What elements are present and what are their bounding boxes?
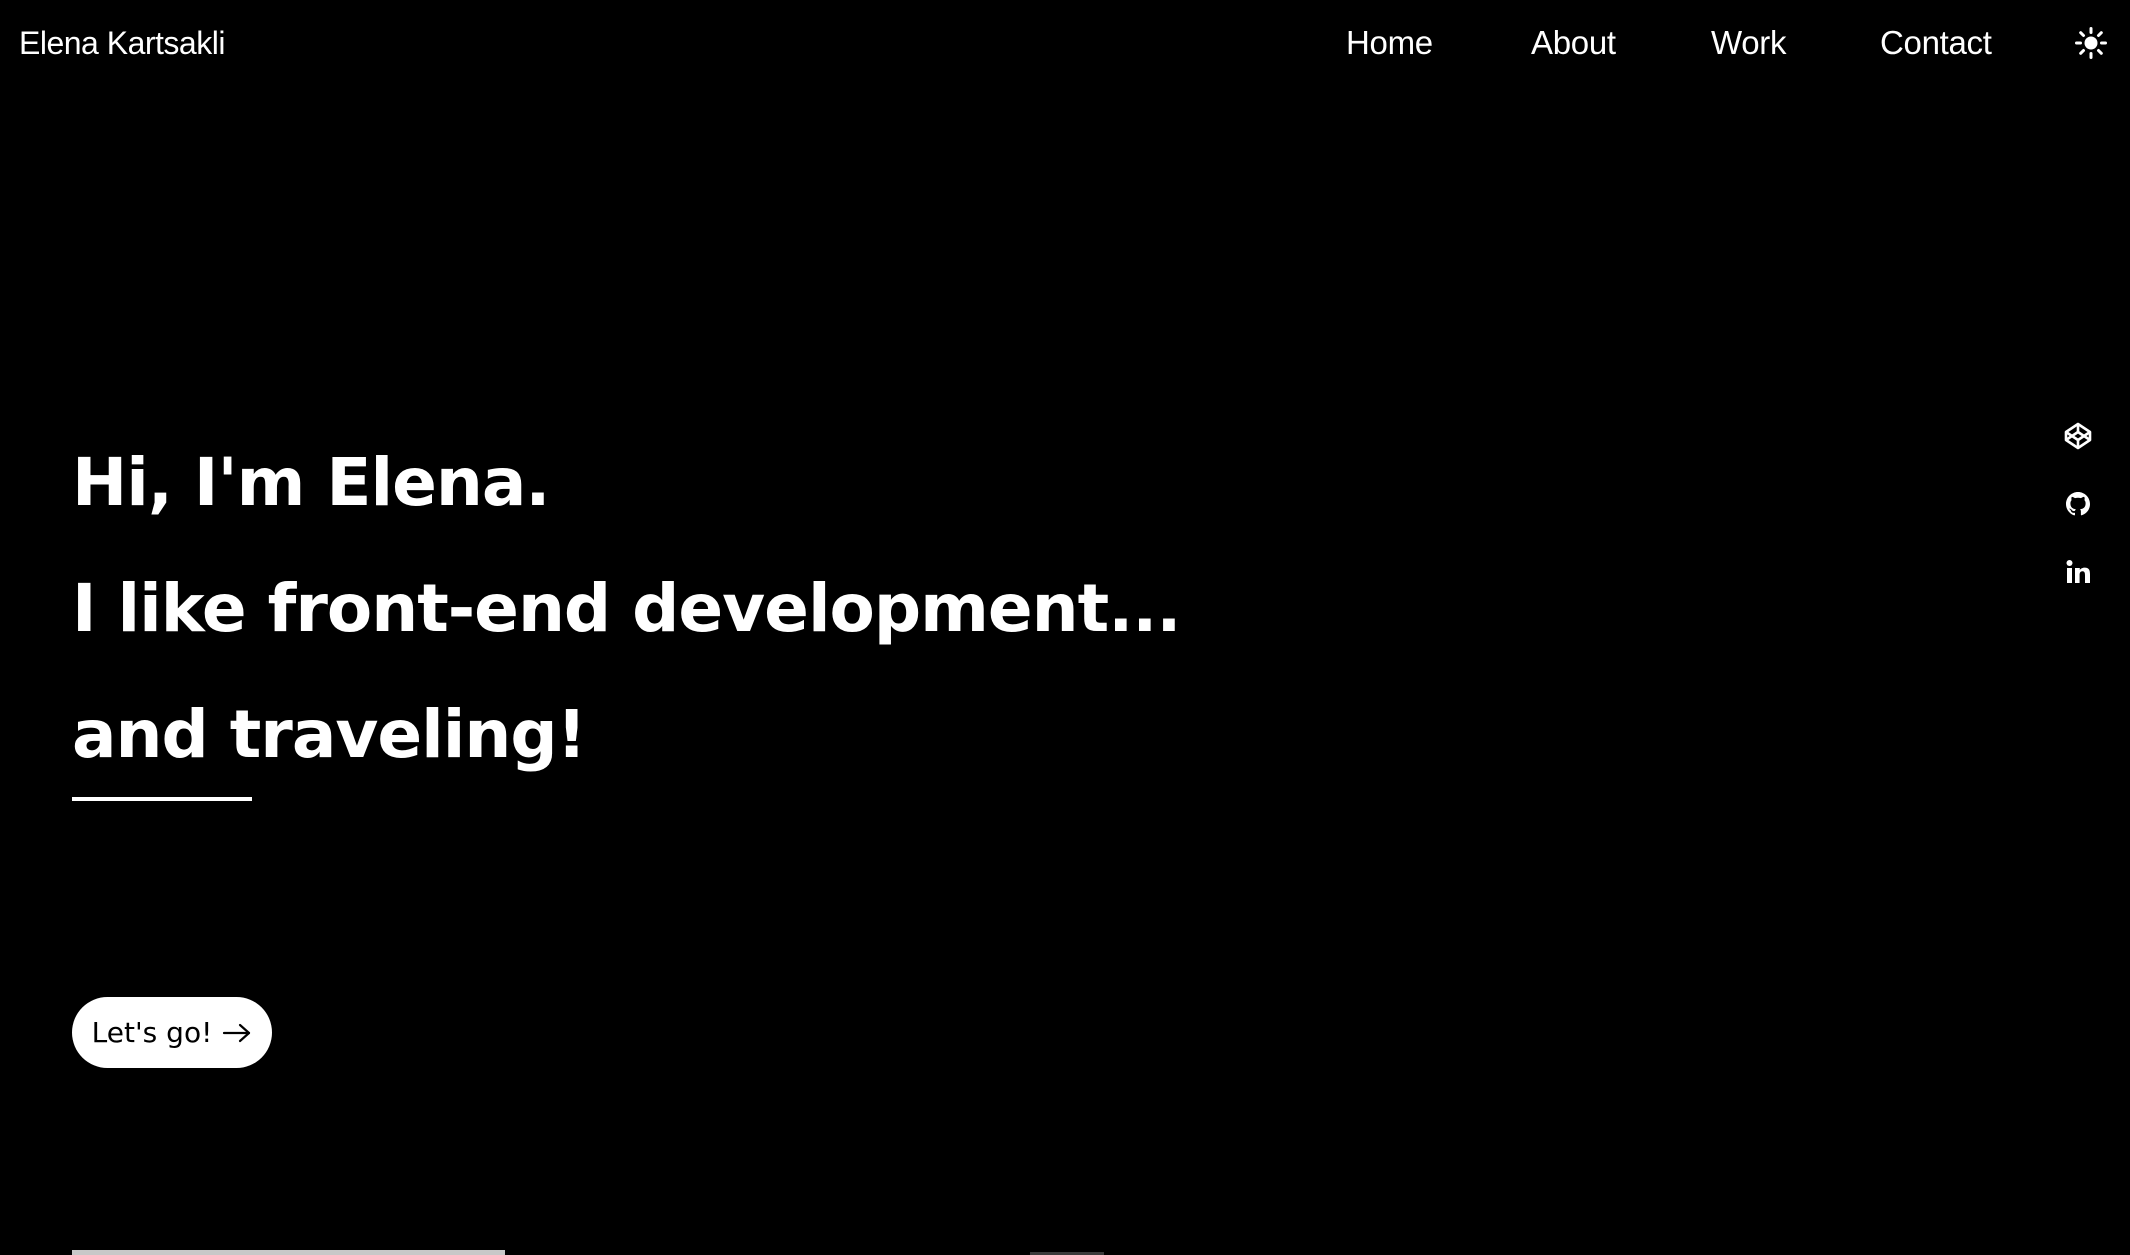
site-header: Elena Kartsakli Home About Work Contact: [0, 0, 2130, 86]
nav-work-link[interactable]: Work: [1711, 23, 1787, 63]
github-link[interactable]: [2060, 486, 2096, 522]
hero-text: Hi, I'm Elena. I like front-end developm…: [72, 420, 1472, 798]
sun-icon: [2075, 27, 2107, 59]
linkedin-link[interactable]: [2060, 554, 2096, 590]
nav-home-link[interactable]: Home: [1346, 23, 1433, 63]
nav-contact-link[interactable]: Contact: [1880, 23, 1992, 63]
arrow-right-icon: [223, 1023, 251, 1042]
linkedin-icon: [2066, 560, 2090, 583]
codepen-icon: [2064, 422, 2092, 450]
scroll-indicator: [72, 1250, 505, 1255]
main-nav: Home About Work Contact: [0, 23, 2130, 63]
hero-divider: [72, 797, 252, 801]
hero-greeting: Hi, I'm Elena.: [72, 444, 551, 521]
hero-subtitle-line: I like front-end development...: [72, 570, 1181, 647]
codepen-link[interactable]: [2060, 418, 2096, 454]
nav-about-link[interactable]: About: [1531, 23, 1616, 63]
github-icon: [2066, 492, 2090, 516]
theme-toggle-button[interactable]: [2074, 26, 2108, 60]
hero-subtitle-line: and traveling!: [72, 696, 587, 773]
cta-label: Let's go!: [91, 1016, 213, 1049]
lets-go-button[interactable]: Let's go!: [72, 997, 272, 1068]
